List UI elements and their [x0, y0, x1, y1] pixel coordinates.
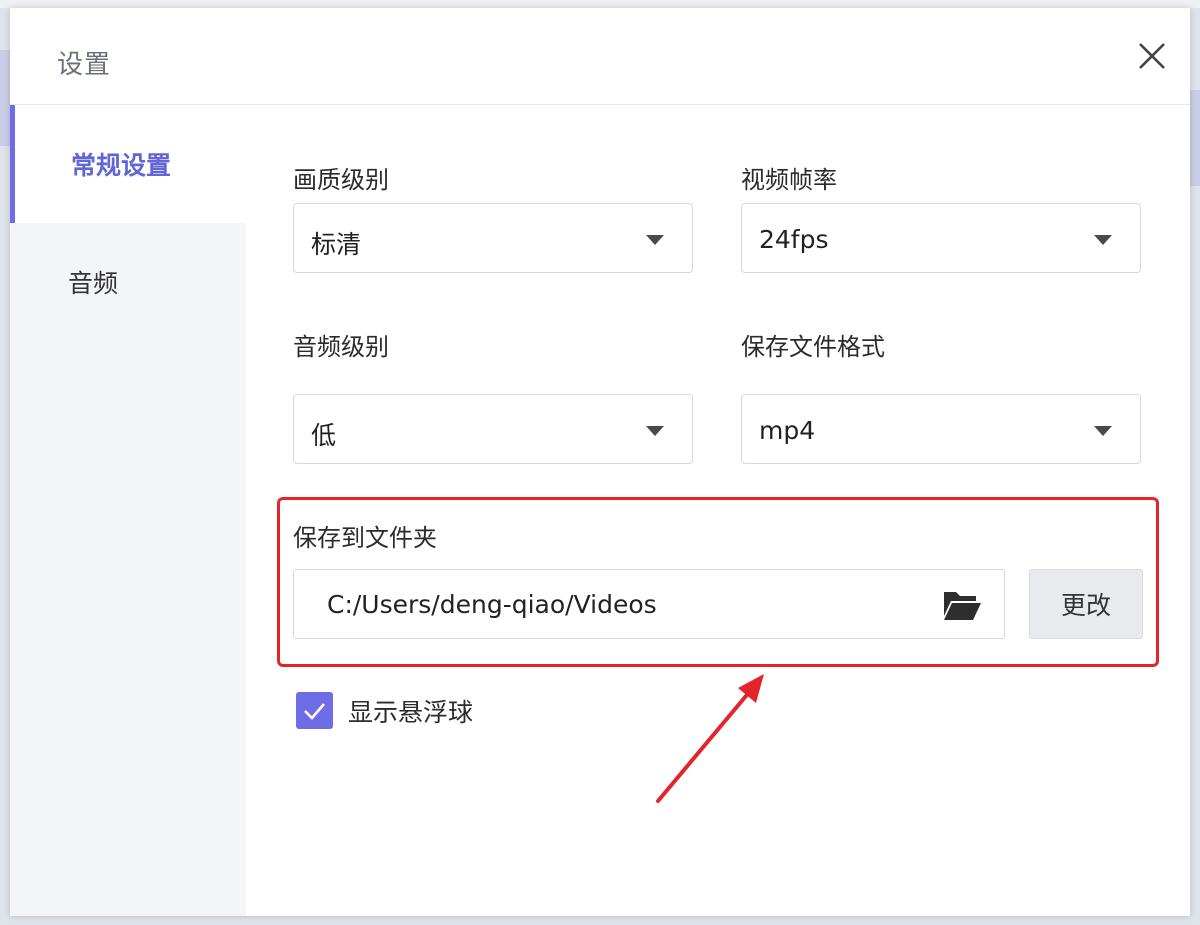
- video-quality-select[interactable]: 标清: [293, 203, 693, 273]
- save-folder-label: 保存到文件夹: [293, 524, 437, 552]
- folder-open-icon[interactable]: [942, 588, 982, 622]
- dropdown-arrow-icon: [646, 426, 664, 436]
- save-folder-path-field[interactable]: C:/Users/deng-qiao/Videos: [293, 569, 1005, 639]
- sidebar-item-general[interactable]: 常规设置: [10, 105, 246, 223]
- sidebar-item-label: 音频: [68, 269, 119, 298]
- dropdown-arrow-icon: [646, 235, 664, 245]
- audio-quality-label: 音频级别: [293, 333, 389, 361]
- frame-rate-label: 视频帧率: [741, 166, 837, 194]
- settings-content: 画质级别 标清 视频帧率 24fps 音频级别 低 保存文件格式 mp4 保存到…: [246, 105, 1190, 916]
- settings-sidebar: 常规设置 音频: [10, 105, 246, 916]
- dialog-titlebar: 设置: [10, 8, 1190, 105]
- dropdown-arrow-icon: [1094, 426, 1112, 436]
- file-format-select[interactable]: mp4: [741, 394, 1141, 464]
- sidebar-item-label: 常规设置: [71, 151, 172, 180]
- sidebar-item-audio[interactable]: 音频: [10, 223, 246, 341]
- floating-ball-label[interactable]: 显示悬浮球: [348, 693, 473, 729]
- file-format-value: mp4: [759, 416, 816, 445]
- dialog-title: 设置: [57, 50, 112, 80]
- frame-rate-select[interactable]: 24fps: [741, 203, 1141, 273]
- audio-quality-select[interactable]: 低: [293, 394, 693, 464]
- checkmark-icon: [304, 703, 325, 720]
- dropdown-arrow-icon: [1094, 235, 1112, 245]
- video-quality-label: 画质级别: [293, 166, 389, 194]
- save-folder-path: C:/Users/deng-qiao/Videos: [327, 590, 657, 619]
- close-icon: [1139, 43, 1165, 69]
- floating-ball-checkbox[interactable]: [296, 692, 333, 729]
- settings-dialog: 设置 常规设置 音频 画质级别 标清 视频帧率 24fps 音频级别 低 保存文…: [10, 8, 1190, 916]
- close-button[interactable]: [1132, 36, 1172, 76]
- video-quality-value: 标清: [311, 230, 362, 259]
- frame-rate-value: 24fps: [759, 225, 829, 254]
- file-format-label: 保存文件格式: [741, 333, 885, 361]
- audio-quality-value: 低: [311, 421, 337, 450]
- change-folder-button[interactable]: 更改: [1029, 569, 1143, 639]
